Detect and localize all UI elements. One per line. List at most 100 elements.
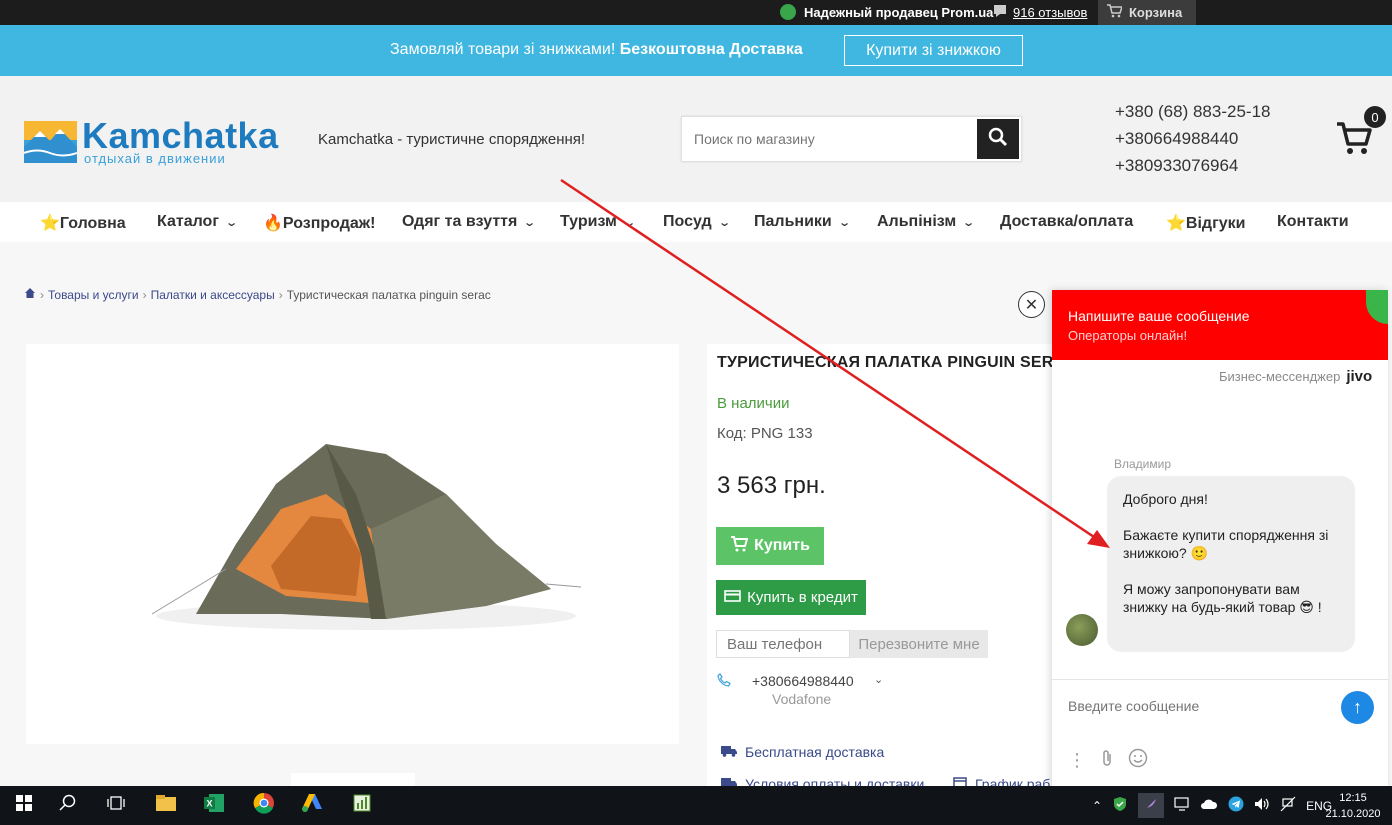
chat-divider <box>1052 679 1388 680</box>
nav-item-label: Доставка/оплата <box>1000 213 1134 230</box>
chevron-down-icon: ⌄ <box>225 216 239 229</box>
reviews-link[interactable]: 916 отзывов <box>993 4 1087 21</box>
main-nav: ⭐Головна Каталог ⌄ 🔥Розпродаж! Одяг та вз… <box>0 202 1392 242</box>
phone-number[interactable]: +380933076964 <box>1115 152 1270 179</box>
security-shield-icon[interactable] <box>1112 796 1128 815</box>
site-header: Kamchatka отдыхай в движении Kamchatka -… <box>0 76 1392 202</box>
nav-item-label: Каталог <box>157 213 219 230</box>
nav-item-label: 🔥Розпродаж! <box>263 215 376 232</box>
jivo-logo: jivo <box>1346 368 1373 385</box>
chevron-down-icon: ⌄ <box>837 216 851 229</box>
site-logo[interactable]: Kamchatka отдыхай в движении <box>23 115 296 166</box>
nav-item-label: Контакти <box>1277 213 1349 230</box>
folder-icon <box>155 794 177 817</box>
spreadsheet-app[interactable] <box>338 786 386 825</box>
chat-branding[interactable]: Бизнес-мессенджер jivo <box>1219 368 1372 385</box>
google-ads-app[interactable] <box>288 786 336 825</box>
nav-item-home[interactable]: ⭐Головна <box>40 213 126 233</box>
phone-number[interactable]: +380 (68) 883-25-18 <box>1115 98 1270 125</box>
chrome-app[interactable] <box>240 786 288 825</box>
reviews-link-text[interactable]: 916 отзывов <box>1013 5 1087 20</box>
chat-subtitle: Операторы онлайн! <box>1068 328 1188 343</box>
nav-item-dishes[interactable]: Посуд ⌄ <box>663 213 731 231</box>
contact-phone[interactable]: +380664988440 <box>752 673 854 689</box>
breadcrumb-link[interactable]: Палатки и аксессуары <box>151 288 275 302</box>
product-code: Код: PNG 133 <box>717 425 813 442</box>
chat-message-line: Бажаєте купити спорядження зі знижкою? 🙂 <box>1123 527 1329 561</box>
close-icon: ✕ <box>1024 296 1039 314</box>
truck-icon <box>721 744 737 760</box>
network-icon[interactable] <box>1280 796 1296 815</box>
search-input[interactable] <box>682 117 978 161</box>
free-delivery-label: Бесплатная доставка <box>745 744 885 760</box>
buy-button[interactable]: Купить <box>716 527 824 565</box>
chat-message-input[interactable] <box>1068 698 1328 714</box>
free-delivery-link[interactable]: Бесплатная доставка <box>721 744 884 760</box>
cloud-icon[interactable] <box>1200 798 1218 813</box>
send-message-button[interactable]: ↑ <box>1341 691 1374 724</box>
cart-icon <box>1106 4 1124 21</box>
nav-item-tourism[interactable]: Туризм ⌄ <box>560 213 636 231</box>
nav-item-label: ⭐Відгуки <box>1166 215 1246 232</box>
file-explorer-app[interactable] <box>142 786 190 825</box>
close-chat-button[interactable]: ✕ <box>1018 291 1045 318</box>
nav-item-label: Пальники <box>754 213 832 230</box>
nav-item-catalog[interactable]: Каталог ⌄ <box>157 213 239 231</box>
chevron-down-icon[interactable]: ⌄ <box>874 673 883 686</box>
search-button[interactable] <box>44 786 92 825</box>
task-view-button[interactable] <box>92 786 140 825</box>
nav-item-reviews[interactable]: ⭐Відгуки <box>1166 213 1245 233</box>
nav-item-delivery[interactable]: Доставка/оплата <box>1000 213 1133 231</box>
chat-header[interactable]: Напишите ваше сообщение Операторы онлайн… <box>1052 290 1388 360</box>
start-button[interactable] <box>0 786 48 825</box>
breadcrumb-link[interactable]: Товары и услуги <box>48 288 139 302</box>
nav-item-alpinism[interactable]: Альпінізм ⌄ <box>877 213 975 231</box>
feather-app-icon[interactable] <box>1138 793 1165 818</box>
home-icon[interactable] <box>24 287 36 302</box>
nav-item-clothing[interactable]: Одяг та взуття ⌄ <box>402 213 537 231</box>
chevron-up-icon[interactable]: ⌃ <box>1092 799 1102 813</box>
more-options-icon[interactable]: ⋮ <box>1068 750 1086 771</box>
callback-button[interactable]: Перезвоните мне <box>850 630 988 658</box>
promo-bar: Замовляй товари зі знижками! Безкоштовна… <box>0 25 1392 76</box>
paperclip-icon[interactable] <box>1100 749 1114 772</box>
callback-phone-input[interactable] <box>716 630 850 658</box>
emoji-icon[interactable] <box>1128 748 1148 773</box>
trusted-seller[interactable]: Надежный продавец Prom.ua <box>780 4 993 20</box>
product-image[interactable] <box>26 344 679 744</box>
buy-on-credit-label: Купить в кредит <box>747 589 858 606</box>
breadcrumb-separator: › <box>142 287 147 302</box>
trusted-seller-label: Надежный продавец Prom.ua <box>804 4 994 20</box>
credit-card-icon <box>724 589 741 606</box>
promo-text: Замовляй товари зі знижками! Безкоштовна… <box>390 41 803 59</box>
chat-message-line: Я можу запропонувати вам знижку на будь-… <box>1123 581 1322 615</box>
product-thumbnail[interactable] <box>291 773 415 787</box>
product-info: ТУРИСТИЧЕСКАЯ ПАЛАТКА PINGUIN SERAC В на… <box>707 344 1077 794</box>
phone-list: +380 (68) 883-25-18 +380664988440 +38093… <box>1115 98 1270 179</box>
online-indicator <box>1366 290 1388 324</box>
clock-time: 12:15 <box>1339 792 1367 804</box>
telegram-icon[interactable] <box>1228 796 1244 815</box>
clock-date: 21.10.2020 <box>1325 808 1381 820</box>
topbar-cart-button[interactable]: Корзина <box>1098 0 1196 25</box>
nav-item-label: Туризм <box>560 213 617 230</box>
phone-number[interactable]: +380664988440 <box>1115 125 1270 152</box>
cart-icon <box>1335 122 1375 162</box>
chrome-icon <box>253 792 275 819</box>
volume-icon[interactable] <box>1254 797 1270 814</box>
nav-item-burners[interactable]: Пальники ⌄ <box>754 213 851 231</box>
buy-on-credit-button[interactable]: Купить в кредит <box>716 580 866 615</box>
promo-discount-button[interactable]: Купити зі знижкою <box>844 35 1023 66</box>
contact-operator: Vodafone <box>772 691 832 707</box>
search-button[interactable] <box>977 119 1019 159</box>
monitor-icon[interactable] <box>1174 797 1190 814</box>
agent-name: Владимир <box>1114 457 1172 471</box>
chevron-down-icon: ⌄ <box>523 216 537 229</box>
chat-widget: Напишите ваше сообщение Операторы онлайн… <box>1052 290 1388 790</box>
seller-badge-icon <box>780 4 796 20</box>
system-clock[interactable]: 12:15 21.10.2020 <box>1318 790 1388 822</box>
windows-icon <box>16 795 32 816</box>
excel-app[interactable]: X <box>190 786 238 825</box>
nav-item-sale[interactable]: 🔥Розпродаж! <box>263 213 375 233</box>
nav-item-contacts[interactable]: Контакти <box>1277 213 1349 231</box>
